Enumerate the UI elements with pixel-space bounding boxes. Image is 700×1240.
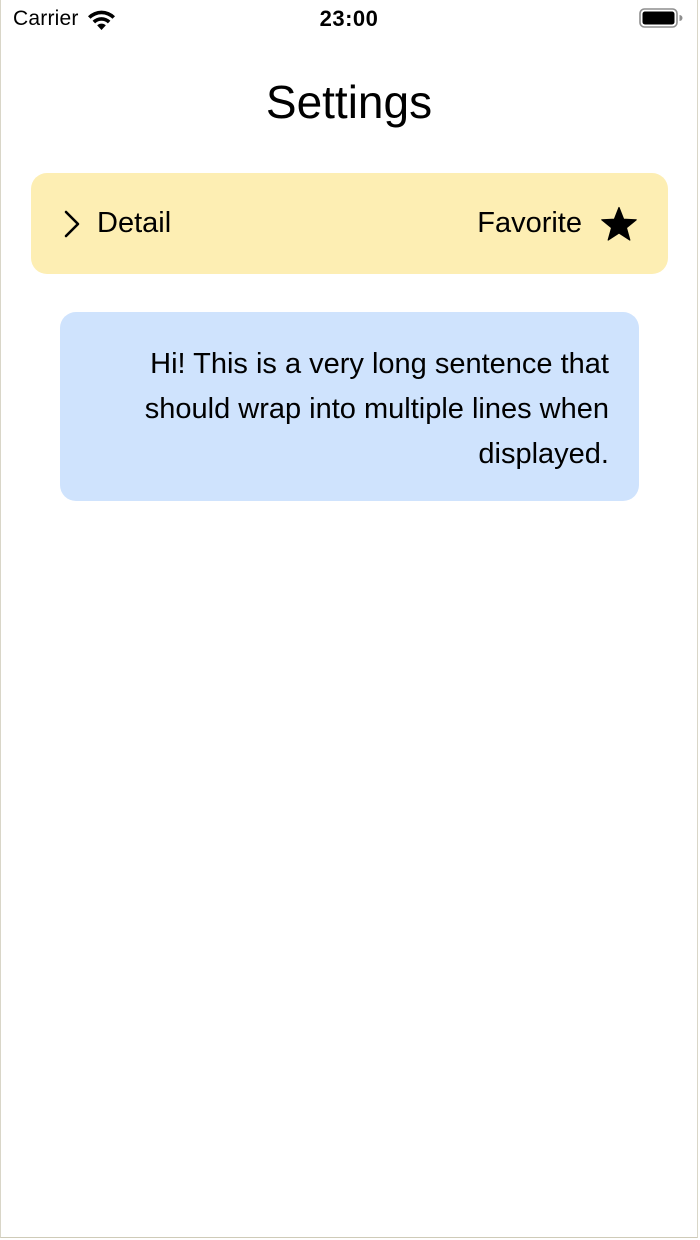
chevron-right-icon[interactable] [63, 210, 81, 238]
message-text: Hi! This is a very long sentence that sh… [144, 348, 609, 470]
status-bar: Carrier 23:00 [1, 0, 697, 40]
screen: Carrier 23:00 Settings Detail Favorite H… [0, 0, 698, 1238]
battery-icon [639, 8, 683, 28]
detail-favorite-row[interactable]: Detail Favorite [31, 173, 668, 274]
status-time: 23:00 [319, 6, 379, 31]
page-title: Settings [265, 76, 433, 128]
message-card: Hi! This is a very long sentence that sh… [60, 312, 639, 501]
star-icon[interactable] [600, 206, 638, 242]
detail-label[interactable]: Detail [97, 207, 171, 240]
favorite-label[interactable]: Favorite [477, 207, 582, 240]
